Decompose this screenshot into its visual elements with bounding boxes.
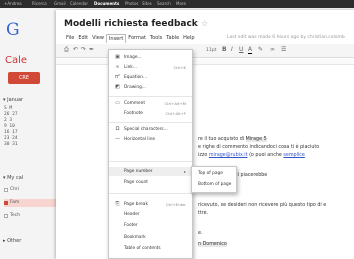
create-button[interactable]: CRE xyxy=(8,72,40,84)
menu-item-page-count[interactable]: Page count xyxy=(109,178,192,187)
mini-calendar[interactable]: S M 26 27 2 3 9 10 16 17 23 24 30 31 xyxy=(4,106,50,148)
font-size-select[interactable]: 11pt xyxy=(206,48,216,53)
doc-line: izzo mirage@rubix.it (o puoi anche sempl… xyxy=(198,153,305,158)
print-icon[interactable]: ⎙ xyxy=(64,46,69,54)
menu-table[interactable]: Table xyxy=(164,34,181,43)
calendar-title: Cale xyxy=(5,55,28,66)
doc-link[interactable]: semplice xyxy=(283,153,304,158)
calendar-checkbox[interactable] xyxy=(4,188,8,192)
gbar-link-calendar[interactable]: Calendar xyxy=(70,1,88,6)
gbar-link-search2[interactable]: Search xyxy=(157,1,171,6)
menu-edit[interactable]: Edit xyxy=(76,34,90,43)
bold-icon[interactable]: B xyxy=(222,46,227,53)
paint-format-icon[interactable]: ✒ xyxy=(89,46,94,53)
doc-line: re il tuo acquisto di Mirage 5 xyxy=(198,137,267,142)
calendar-checkbox[interactable] xyxy=(4,201,8,205)
menu-file[interactable]: File xyxy=(64,34,76,43)
menu-tools[interactable]: Tools xyxy=(148,34,164,43)
google-logo: G xyxy=(6,20,20,40)
gbar-link-sites[interactable]: Sites xyxy=(142,1,152,6)
link-icon[interactable]: ∞ xyxy=(270,46,275,53)
menu-separator xyxy=(109,96,192,97)
doc-link[interactable]: Mirage 5 xyxy=(245,137,267,142)
menu-item-page-number[interactable]: Page number ▸ xyxy=(109,167,192,176)
document-title-text[interactable]: Modelli richiesta feedback xyxy=(64,19,198,29)
menu-separator xyxy=(109,193,192,194)
highlight-icon[interactable]: ✎ xyxy=(258,46,263,53)
menu-item-drawing[interactable]: ◩ Drawing... xyxy=(109,83,192,92)
image-icon: ▣ xyxy=(115,54,120,60)
undo-icon[interactable]: ↶ xyxy=(73,46,78,53)
submenu-item-top-of-page[interactable]: Top of page xyxy=(198,171,223,176)
horizontal-line-icon: — xyxy=(115,136,120,142)
menu-item-page-break[interactable]: ⎘ Page break Ctrl+Enter xyxy=(109,200,192,209)
text-color-icon[interactable]: A xyxy=(248,46,253,54)
gbar-link-user[interactable]: +Andrea xyxy=(4,1,22,6)
doc-line: e righe di commento indicandoci cosa ti … xyxy=(198,145,320,150)
my-calendars-header[interactable]: ▾ My cal xyxy=(3,175,23,181)
menu-item-footer[interactable]: Footer xyxy=(109,221,192,230)
docs-window: Modelli richiesta feedback ☆ File Edit V… xyxy=(56,10,354,259)
link-icon: ∞ xyxy=(115,64,120,70)
redo-icon[interactable]: ↷ xyxy=(81,46,86,53)
page-break-icon: ⎘ xyxy=(115,201,120,207)
equation-icon: π² xyxy=(114,74,120,80)
other-calendars-header[interactable]: ▸ Other xyxy=(3,238,21,244)
calendar-item-label: Fam xyxy=(10,200,20,205)
star-icon[interactable]: ☆ xyxy=(201,19,208,28)
menu-view[interactable]: View xyxy=(90,34,106,43)
submenu-item-bottom-of-page[interactable]: Bottom of page xyxy=(198,182,231,187)
menu-help[interactable]: Help xyxy=(181,34,196,43)
menu-item-link[interactable]: ∞ Link... Ctrl+K xyxy=(109,63,192,72)
calendar-item[interactable]: Tech xyxy=(4,212,56,220)
doc-line: ricevuto, se desideri non ricevere più q… xyxy=(198,203,327,208)
gbar-link-more[interactable]: More xyxy=(176,1,186,6)
italic-icon[interactable]: I xyxy=(231,46,233,53)
mini-calendar-row: 30 31 xyxy=(4,142,18,147)
page-number-submenu: Top of page Bottom of page xyxy=(191,166,237,193)
menu-separator xyxy=(109,122,192,123)
doc-line: ttre. xyxy=(198,211,209,216)
menu-bar: File Edit View Insert Format Tools Table… xyxy=(64,34,197,43)
menu-item-horizontal-line[interactable]: — Horizontal line xyxy=(109,135,192,144)
calendar-item[interactable]: Fam xyxy=(4,199,56,207)
calendar-item-label: Tech xyxy=(10,213,21,218)
list-icon[interactable]: ☰ xyxy=(281,46,286,53)
toolbar: ⎙ ↶ ↷ ✒ 11pt B I U A ✎ ∞ ☰ xyxy=(56,44,354,58)
document-title[interactable]: Modelli richiesta feedback ☆ xyxy=(64,19,208,29)
gbar-link-gmail[interactable]: Gmail xyxy=(54,1,66,6)
submenu-arrow-icon: ▸ xyxy=(183,169,186,174)
menu-separator xyxy=(109,161,192,162)
mini-calendar-month[interactable]: ▾ Januar xyxy=(3,97,23,103)
omega-icon: Ω xyxy=(115,126,120,132)
calendar-item-label: Chri xyxy=(10,187,20,192)
menu-item-comment[interactable]: ▭ Comment Ctrl+Alt+M xyxy=(109,99,192,108)
menu-insert[interactable]: Insert xyxy=(105,34,127,43)
menu-item-table-of-contents[interactable]: Table of contents xyxy=(109,244,192,253)
calendar-checkbox[interactable] xyxy=(4,214,8,218)
doc-line: e. xyxy=(198,231,203,236)
comment-icon: ▭ xyxy=(115,100,120,106)
menu-item-special-characters[interactable]: Ω Special characters... xyxy=(109,125,192,134)
menu-item-image[interactable]: ▣ Image... xyxy=(109,53,192,62)
menu-item-header[interactable]: Header xyxy=(109,210,192,219)
menu-format[interactable]: Format xyxy=(126,34,148,43)
gbar-link-search[interactable]: Ricerca xyxy=(32,1,47,6)
menu-item-bookmark[interactable]: Bookmark xyxy=(109,233,192,242)
last-edit-status[interactable]: Last edit was made 6 hours ago by christ… xyxy=(227,35,345,40)
doc-line: n Domenico xyxy=(198,242,227,247)
drawing-icon: ◩ xyxy=(115,84,120,90)
calendar-item[interactable]: Chri xyxy=(4,186,56,194)
google-bar: +Andrea Ricerca Gmail Calendar Documents… xyxy=(0,0,354,8)
email-link[interactable]: mirage@rubix.it xyxy=(209,153,248,158)
menu-item-equation[interactable]: π² Equation... xyxy=(109,73,192,82)
underline-icon[interactable]: U xyxy=(239,46,243,53)
menu-item-footnote[interactable]: Footnote Ctrl+Alt+F xyxy=(109,109,192,118)
insert-menu: ▣ Image... ∞ Link... Ctrl+K π² Equation... ◩… xyxy=(108,49,193,259)
gbar-link-documents[interactable]: Documents xyxy=(94,1,119,6)
gbar-link-photos[interactable]: Photos xyxy=(125,1,139,6)
ruler[interactable] xyxy=(56,59,354,65)
